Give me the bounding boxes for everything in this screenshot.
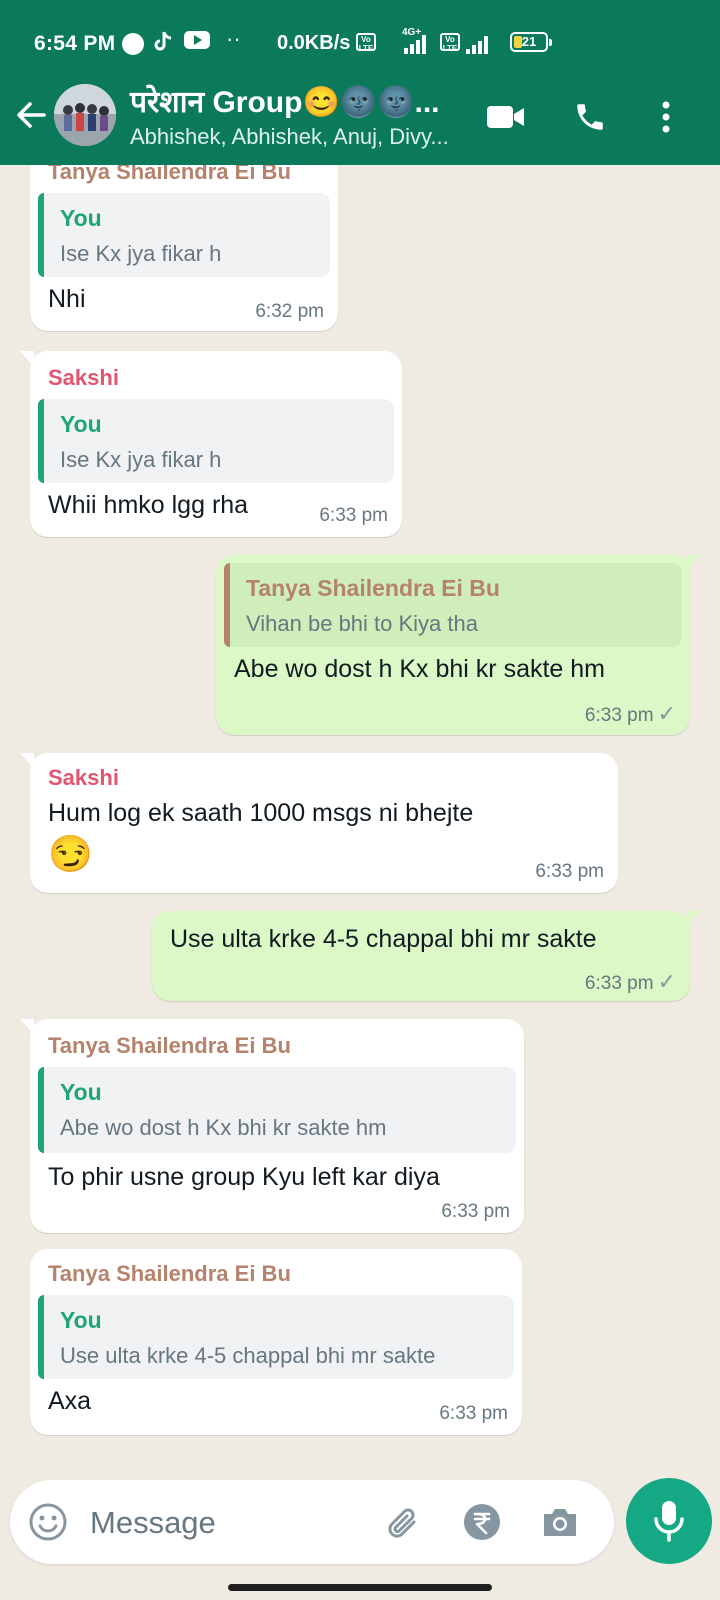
message-time: 6:33 pm ✓ bbox=[585, 701, 676, 727]
emoji-icon bbox=[29, 1503, 67, 1541]
quoted-message[interactable]: You Abe wo dost h Kx bhi kr sakte hm bbox=[38, 1067, 516, 1153]
message-time: 6:33 pm bbox=[319, 505, 388, 526]
camera-button[interactable] bbox=[538, 1500, 582, 1544]
app-header: 6:54 PM ·· 0.0KB/s Vo LTE 4G+ Vo LTE 21 bbox=[0, 0, 720, 165]
quoted-message[interactable]: You Ise Kx jya fikar h bbox=[38, 399, 394, 483]
quoted-text: Vihan be bhi to Kiya tha bbox=[246, 611, 478, 636]
message-time: 6:33 pm bbox=[439, 1403, 508, 1424]
payment-button[interactable] bbox=[460, 1500, 504, 1544]
sender-name: Tanya Shailendra Ei Bu bbox=[48, 1261, 291, 1286]
status-time: 6:54 PM bbox=[34, 32, 116, 55]
phone-icon bbox=[577, 104, 603, 130]
message-time: 6:33 pm bbox=[535, 861, 604, 882]
youtube-icon bbox=[184, 30, 210, 56]
message-time-text: 6:33 pm bbox=[584, 705, 654, 726]
quoted-sender: You bbox=[60, 411, 102, 437]
message-bubble[interactable]: Tanya Shailendra Ei Bu You Use ulta krke… bbox=[30, 1249, 522, 1435]
back-button[interactable] bbox=[12, 95, 52, 135]
quoted-sender: You bbox=[60, 205, 102, 231]
message-time: 6:33 pm ✓ bbox=[585, 969, 676, 995]
message-bubble[interactable]: Sakshi Hum log ek saath 1000 msgs ni bhe… bbox=[20, 753, 618, 893]
volte-icon-2: Vo LTE bbox=[440, 33, 460, 53]
message-bubble-outgoing[interactable]: Use ulta krke 4-5 chappal bhi mr sakte 6… bbox=[152, 911, 700, 1001]
quoted-sender: You bbox=[60, 1079, 102, 1105]
sender-name: Tanya Shailendra Ei Bu bbox=[48, 165, 291, 184]
more-vertical-icon bbox=[662, 101, 670, 133]
message-text: Use ulta krke 4-5 chappal bhi mr sakte bbox=[170, 925, 597, 953]
message-time: 6:33 pm bbox=[441, 1201, 510, 1222]
sender-name: Sakshi bbox=[48, 765, 119, 790]
voice-call-button[interactable] bbox=[566, 93, 614, 141]
more-dots-icon: ·· bbox=[226, 26, 241, 51]
quoted-message[interactable]: Tanya Shailendra Ei Bu Vihan be bhi to K… bbox=[224, 563, 682, 647]
quoted-message[interactable]: You Ise Kx jya fikar h bbox=[38, 193, 330, 277]
voice-message-button[interactable] bbox=[626, 1478, 712, 1564]
sent-tick-icon: ✓ bbox=[657, 969, 676, 994]
message-bubble-outgoing[interactable]: Tanya Shailendra Ei Bu Vihan be bhi to K… bbox=[216, 555, 700, 735]
status-bar: 6:54 PM ·· 0.0KB/s Vo LTE 4G+ Vo LTE 21 bbox=[0, 0, 720, 80]
message-time-text: 6:33 pm bbox=[584, 973, 654, 994]
quoted-text: Ise Kx jya fikar h bbox=[60, 447, 222, 472]
battery-icon: 21 bbox=[510, 32, 552, 52]
message-composer bbox=[10, 1480, 614, 1564]
message-input[interactable] bbox=[88, 1502, 372, 1544]
message-text: Axa bbox=[48, 1387, 92, 1415]
paperclip-icon bbox=[388, 1508, 416, 1538]
video-camera-icon bbox=[487, 106, 524, 128]
quoted-sender: You bbox=[60, 1307, 102, 1333]
group-members[interactable]: Abhishek, Abhishek, Anuj, Divy... bbox=[130, 124, 449, 150]
microphone-icon bbox=[654, 1501, 684, 1542]
sender-name: Sakshi bbox=[48, 365, 119, 390]
message-bubble[interactable]: Tanya Shailendra Ei Bu You Abe wo dost h… bbox=[20, 1019, 524, 1233]
signal-icon-2 bbox=[466, 34, 492, 54]
message-text: Hum log ek saath 1000 msgs ni bhejte bbox=[48, 799, 474, 827]
message-text: Nhi bbox=[48, 285, 86, 313]
rupee-icon bbox=[464, 1504, 500, 1540]
quoted-text: Abe wo dost h Kx bhi kr sakte hm bbox=[60, 1115, 387, 1140]
message-bubble[interactable]: Sakshi You Ise Kx jya fikar h Whii hmko … bbox=[20, 351, 402, 537]
quoted-sender: Tanya Shailendra Ei Bu bbox=[246, 575, 500, 601]
group-avatar[interactable] bbox=[54, 84, 116, 146]
tiktok-icon bbox=[152, 30, 174, 60]
record-dot-icon bbox=[122, 33, 144, 55]
group-title[interactable]: परेशान Group😊🌚🌚... bbox=[130, 80, 440, 121]
sender-name: Tanya Shailendra Ei Bu bbox=[48, 1033, 291, 1058]
message-text: To phir usne group Kyu left kar diya bbox=[48, 1163, 440, 1191]
signal-icon bbox=[404, 34, 430, 54]
emoji-button[interactable] bbox=[26, 1500, 70, 1544]
sent-tick-icon: ✓ bbox=[657, 701, 676, 726]
camera-icon bbox=[544, 1509, 576, 1536]
home-indicator[interactable] bbox=[228, 1584, 492, 1591]
chat-area[interactable]: Tanya Shailendra Ei Bu You Ise Kx jya fi… bbox=[0, 165, 720, 1465]
back-arrow-icon bbox=[17, 102, 46, 128]
smirk-emoji: 😏 bbox=[48, 833, 93, 874]
quoted-message[interactable]: You Use ulta krke 4-5 chappal bhi mr sak… bbox=[38, 1295, 514, 1379]
quoted-text: Use ulta krke 4-5 chappal bhi mr sakte bbox=[60, 1343, 436, 1368]
volte-icon-1: Vo LTE bbox=[356, 33, 376, 53]
quoted-text: Ise Kx jya fikar h bbox=[60, 241, 222, 266]
menu-button[interactable] bbox=[642, 93, 690, 141]
message-text: Abe wo dost h Kx bhi kr sakte hm bbox=[234, 655, 606, 683]
attach-button[interactable] bbox=[382, 1500, 426, 1544]
battery-level: 21 bbox=[521, 34, 537, 49]
message-time: 6:32 pm bbox=[255, 301, 324, 322]
message-bubble[interactable]: Tanya Shailendra Ei Bu You Ise Kx jya fi… bbox=[30, 165, 338, 331]
message-text: Whii hmko lgg rha bbox=[48, 491, 249, 519]
video-call-button[interactable] bbox=[482, 93, 530, 141]
network-speed: 0.0KB/s bbox=[277, 32, 351, 54]
